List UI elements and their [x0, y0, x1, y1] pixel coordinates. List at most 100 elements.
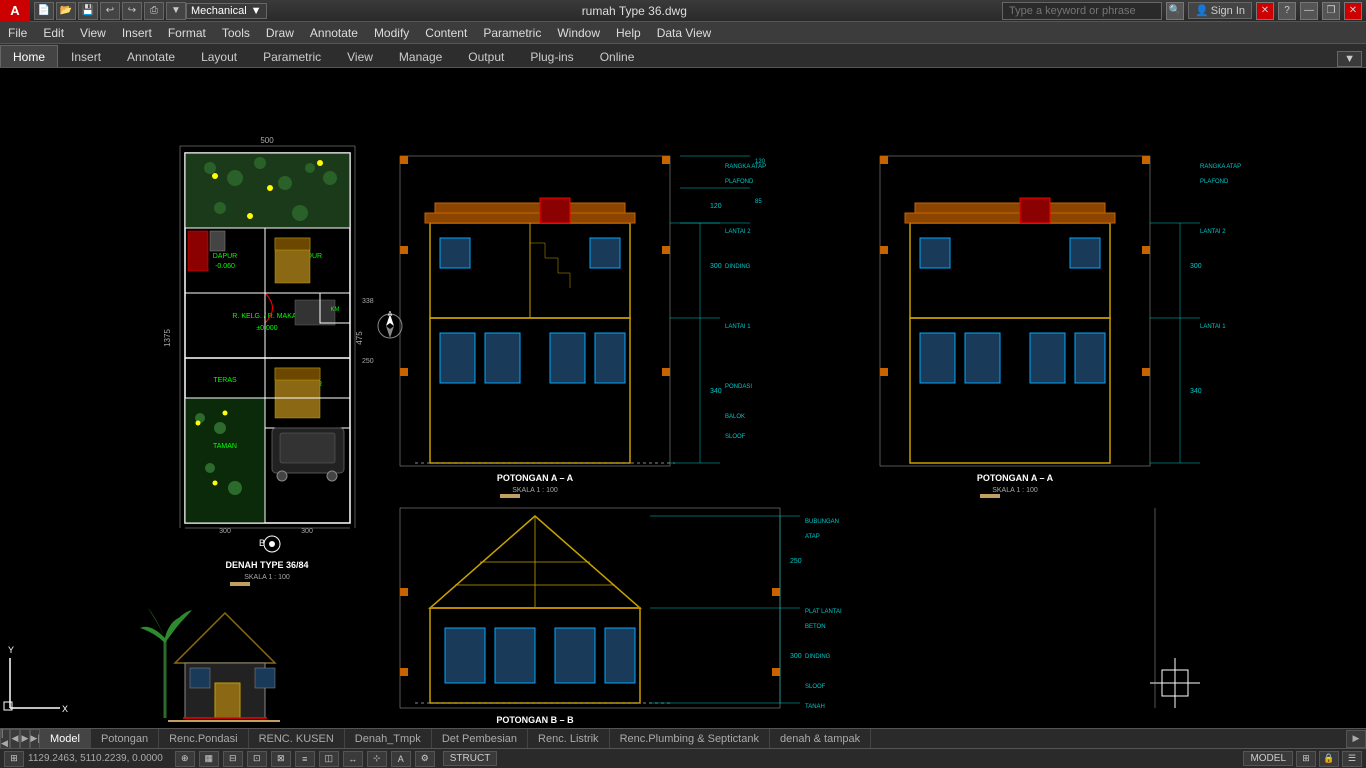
svg-text:POTONGAN A – A: POTONGAN A – A — [497, 473, 574, 483]
tab-online[interactable]: Online — [587, 45, 648, 67]
tab-renc-listrik[interactable]: Renc. Listrik — [528, 729, 610, 749]
svg-text:Y: Y — [8, 645, 14, 655]
svg-text:500: 500 — [260, 136, 274, 145]
tab-nav-next[interactable]: ▶ — [20, 729, 30, 749]
tab-home[interactable]: Home — [0, 45, 58, 67]
info-icon[interactable]: ? — [1278, 2, 1296, 20]
svg-text:DINDING: DINDING — [805, 654, 831, 660]
redo-button[interactable]: ↪ — [122, 2, 142, 20]
snap-btn[interactable]: ⊕ — [175, 751, 195, 767]
menu-modify[interactable]: Modify — [366, 22, 417, 44]
tab-renc-plumbing[interactable]: Renc.Plumbing & Septictank — [610, 729, 770, 749]
menu-parametric[interactable]: Parametric — [475, 22, 549, 44]
menu-help[interactable]: Help — [608, 22, 649, 44]
tab-view[interactable]: View — [334, 45, 386, 67]
polar-btn[interactable]: ⊡ — [247, 751, 267, 767]
tab-scroll-right[interactable]: ▶ — [1346, 730, 1366, 748]
tab-plugins[interactable]: Plug-ins — [517, 45, 586, 67]
svg-text:PLAFOND: PLAFOND — [725, 179, 754, 185]
menu-edit[interactable]: Edit — [35, 22, 72, 44]
tab-annotate[interactable]: Annotate — [114, 45, 188, 67]
tab-model[interactable]: Model — [40, 729, 91, 749]
tab-denah-tampak[interactable]: denah & tampak — [770, 729, 871, 749]
tab-denah-tmpk[interactable]: Denah_Tmpk — [345, 729, 432, 749]
settings-btn[interactable]: ☰ — [1342, 751, 1362, 767]
menu-window[interactable]: Window — [549, 22, 608, 44]
save-button[interactable]: 💾 — [78, 2, 98, 20]
exchange-icon[interactable]: ✕ — [1256, 2, 1274, 20]
tab-nav-last[interactable]: ▶| — [30, 729, 40, 749]
svg-text:338: 338 — [362, 298, 374, 305]
svg-text:120: 120 — [710, 203, 722, 210]
tab-nav-prev[interactable]: ◀ — [10, 729, 20, 749]
tab-layout[interactable]: Layout — [188, 45, 250, 67]
tab-det-pembesian[interactable]: Det Pembesian — [432, 729, 528, 749]
new-button[interactable]: 📄 — [34, 2, 54, 20]
workspace-arrow: ▼ — [251, 5, 262, 17]
undo-button[interactable]: ↩ — [100, 2, 120, 20]
svg-text:TANAH: TANAH — [805, 704, 825, 710]
annotate-scale-btn[interactable]: A — [391, 751, 411, 767]
svg-text:300: 300 — [219, 528, 231, 535]
menu-insert[interactable]: Insert — [114, 22, 160, 44]
search-input[interactable] — [1002, 2, 1162, 20]
tab-insert[interactable]: Insert — [58, 45, 114, 67]
svg-text:PLAFOND: PLAFOND — [1200, 179, 1229, 185]
svg-text:LANTAI 1: LANTAI 1 — [1200, 324, 1226, 330]
svg-text:±0.000: ±0.000 — [256, 325, 277, 332]
status-toggle-btn[interactable]: ⊞ — [4, 751, 24, 767]
tab-nav-first[interactable]: |◀ — [0, 729, 10, 749]
menu-file[interactable]: File — [0, 22, 35, 44]
svg-text:BETON: BETON — [805, 624, 826, 630]
lineweight-btn[interactable]: ≡ — [295, 751, 315, 767]
svg-text:DAPUR: DAPUR — [213, 253, 238, 260]
selection-btn[interactable]: ↔ — [343, 751, 363, 767]
svg-text:85: 85 — [755, 199, 762, 205]
tab-parametric[interactable]: Parametric — [250, 45, 334, 67]
workspace-switch-btn[interactable]: ⚙ — [415, 751, 435, 767]
more-btn[interactable]: ▼ — [166, 2, 186, 20]
close-button[interactable]: ✕ — [1344, 2, 1362, 20]
tab-output[interactable]: Output — [455, 45, 517, 67]
user-icon: 👤 — [1195, 4, 1209, 17]
svg-text:PLAT LANTAI: PLAT LANTAI — [805, 609, 842, 615]
minimize-button[interactable]: — — [1300, 2, 1318, 20]
tab-manage[interactable]: Manage — [386, 45, 455, 67]
menu-format[interactable]: Format — [160, 22, 214, 44]
help-search-icon[interactable]: 🔍 — [1166, 2, 1184, 20]
grid-btn[interactable]: ▦ — [199, 751, 219, 767]
svg-text:R. KELG. / R. MAKAN: R. KELG. / R. MAKAN — [232, 313, 301, 320]
ortho-btn[interactable]: ⊟ — [223, 751, 243, 767]
ribbon-expand-button[interactable]: ▼ — [1337, 51, 1362, 67]
file-title: rumah Type 36.dwg — [267, 4, 1003, 18]
struct-label: STRUCT — [443, 751, 498, 766]
sign-in-button[interactable]: 👤 Sign In — [1188, 2, 1252, 19]
open-button[interactable]: 📂 — [56, 2, 76, 20]
menu-draw[interactable]: Draw — [258, 22, 302, 44]
svg-text:RANGKA ATAP: RANGKA ATAP — [1200, 164, 1241, 170]
svg-text:250: 250 — [362, 358, 374, 365]
viewport-btn[interactable]: ⊞ — [1296, 751, 1316, 767]
restore-button[interactable]: ❐ — [1322, 2, 1340, 20]
status-left: ⊞ 1129.2463, 5110.2239, 0.0000 ⊕ ▦ ⊟ ⊡ ⊠… — [4, 751, 497, 767]
osnap-btn[interactable]: ⊠ — [271, 751, 291, 767]
tab-potongan[interactable]: Potongan — [91, 729, 159, 749]
tab-renc-pondasi[interactable]: Renc.Pondasi — [159, 729, 249, 749]
lock-btn[interactable]: 🔒 — [1319, 751, 1339, 767]
menu-dataview[interactable]: Data View — [649, 22, 719, 44]
menu-annotate[interactable]: Annotate — [302, 22, 366, 44]
menu-view[interactable]: View — [72, 22, 114, 44]
menu-bar: File Edit View Insert Format Tools Draw … — [0, 22, 1366, 44]
svg-text:475: 475 — [355, 331, 364, 345]
menu-tools[interactable]: Tools — [214, 22, 258, 44]
gizmo-btn[interactable]: ⊹ — [367, 751, 387, 767]
tab-renc-kusen[interactable]: RENC. KUSEN — [249, 729, 345, 749]
workspace-dropdown[interactable]: Mechanical ▼ — [186, 3, 267, 19]
plot-button[interactable]: ⎙ — [144, 2, 164, 20]
cad-canvas[interactable]: 500 1375 475 DAPUR -0.060 R. TID — [0, 68, 1366, 728]
menu-content[interactable]: Content — [417, 22, 475, 44]
svg-text:BUBUNGAN: BUBUNGAN — [805, 519, 839, 525]
transparency-btn[interactable]: ◫ — [319, 751, 339, 767]
svg-text:DINDING: DINDING — [725, 264, 751, 270]
svg-text:300: 300 — [1190, 263, 1202, 270]
